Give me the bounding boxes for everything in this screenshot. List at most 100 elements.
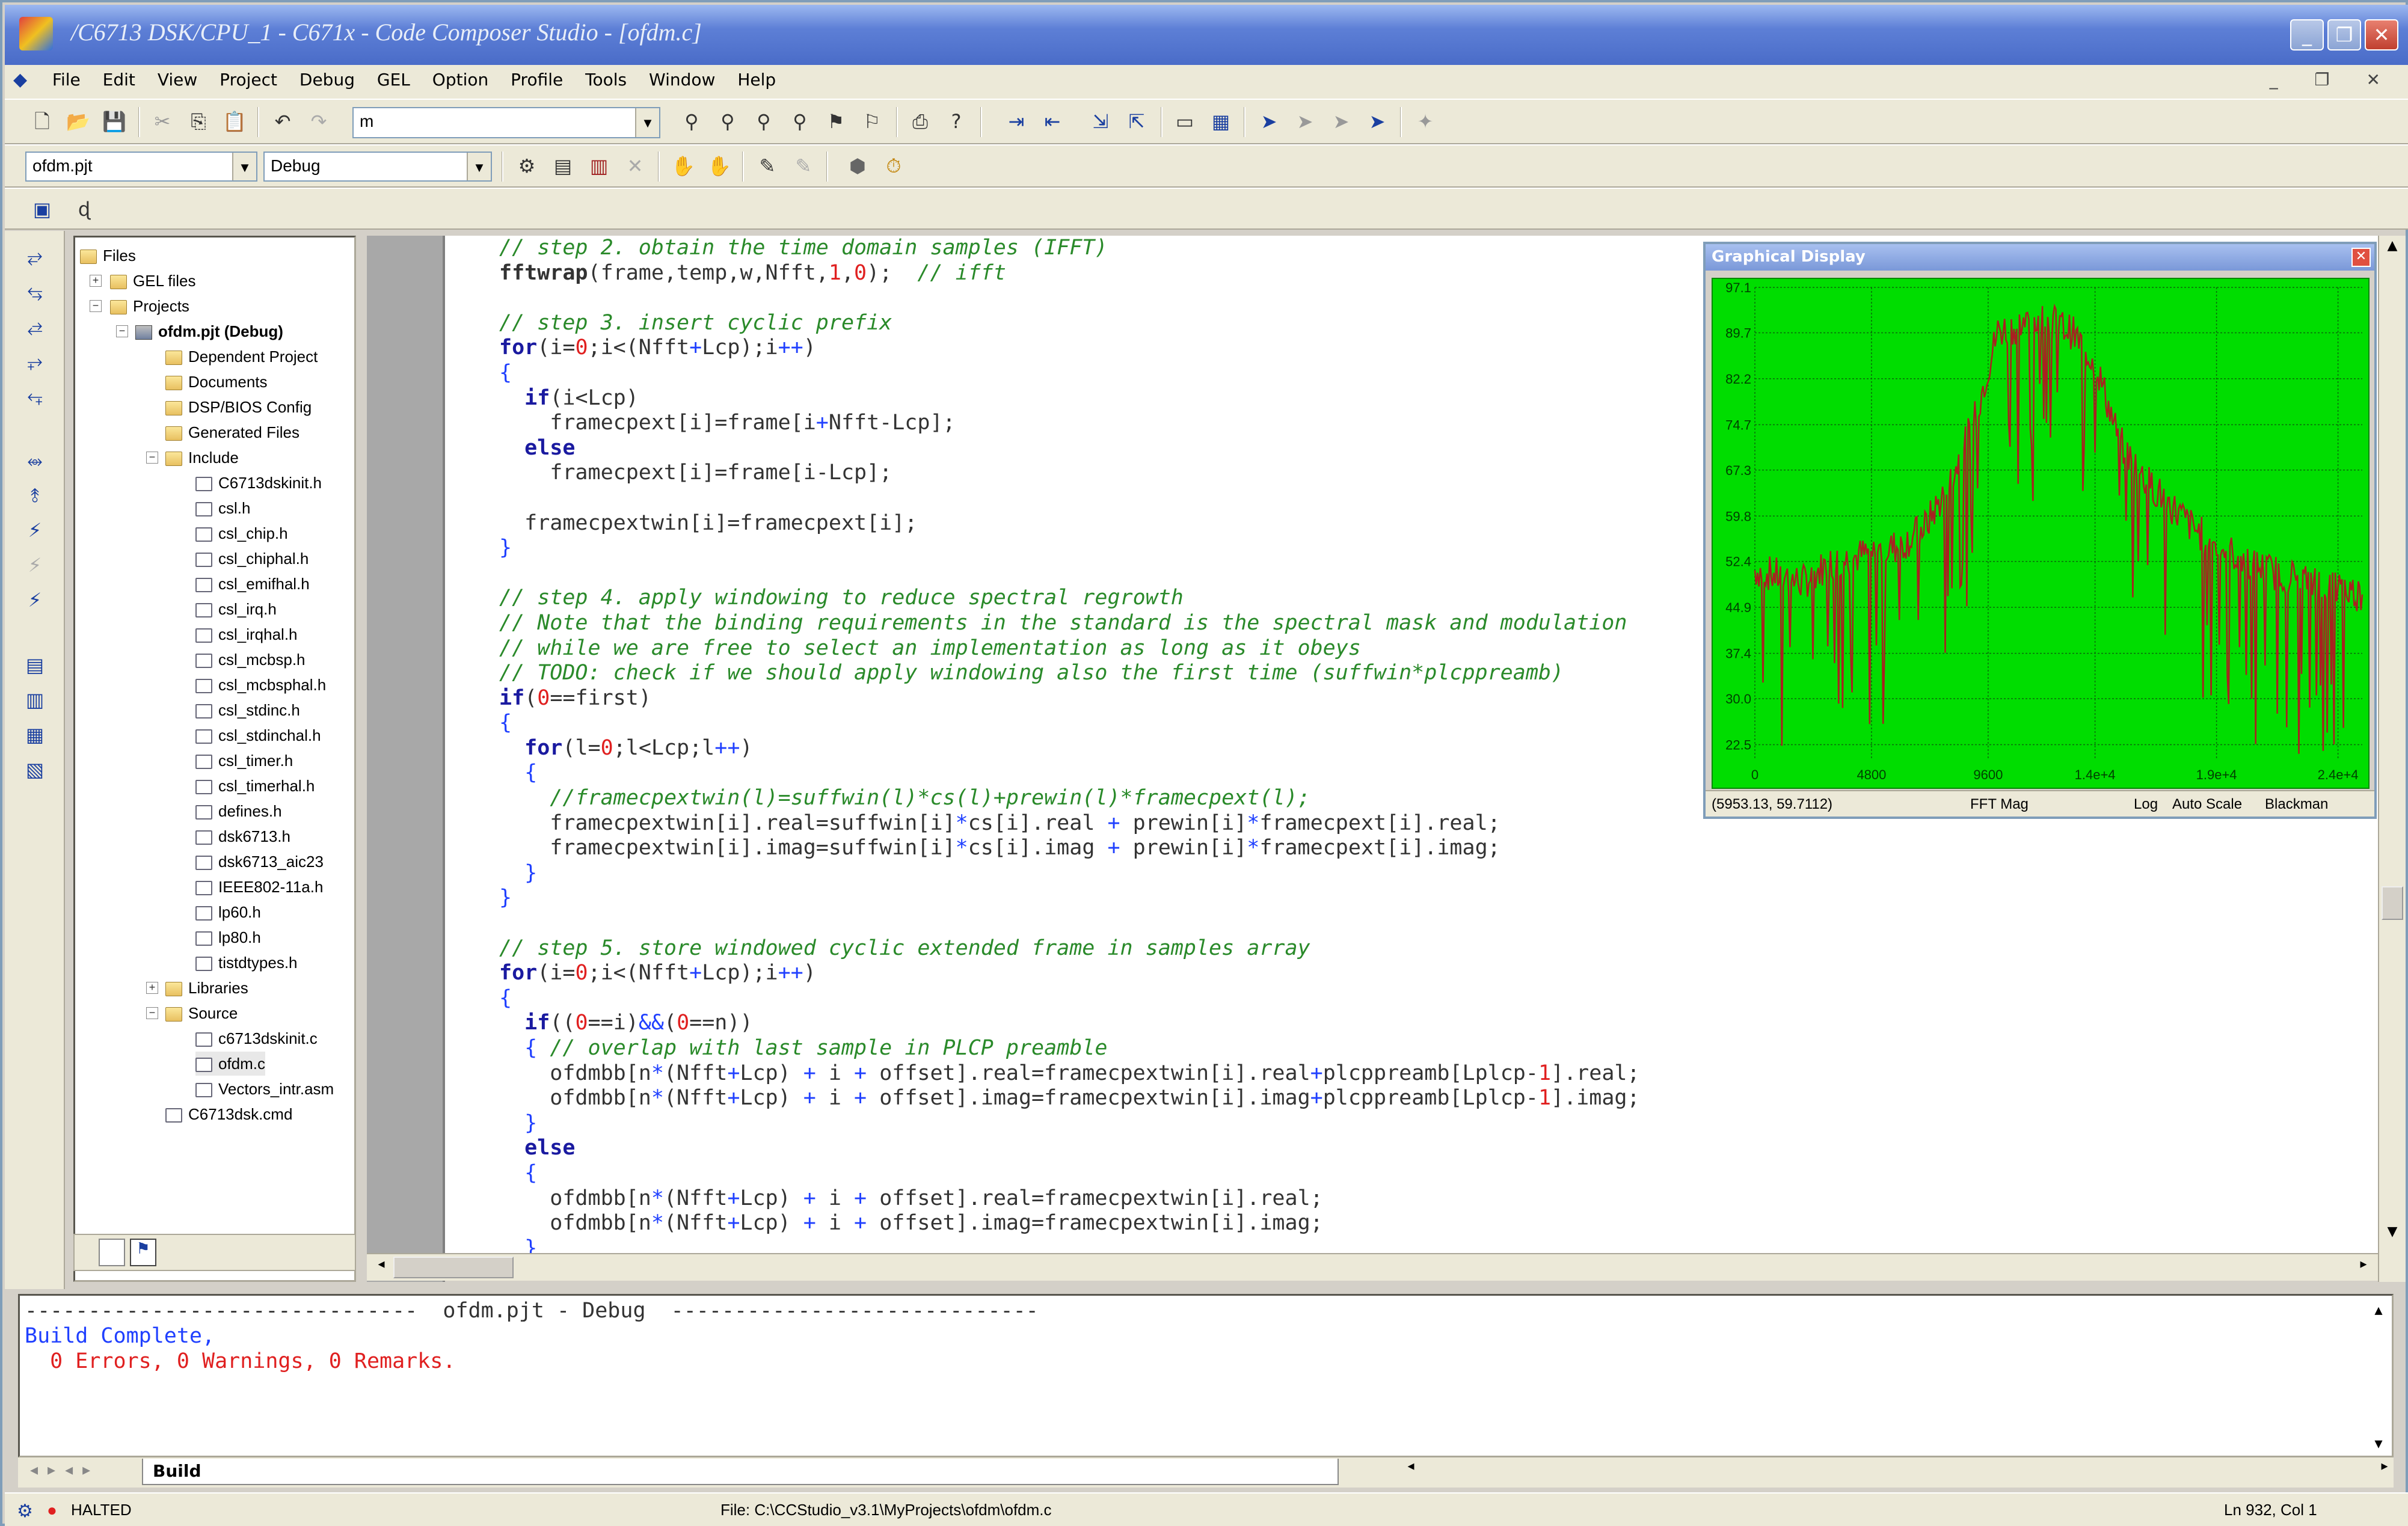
rebuild-all-icon[interactable]: ▥	[586, 153, 612, 179]
print-icon[interactable]: ⎙	[907, 108, 933, 135]
code-line[interactable]	[499, 286, 1640, 311]
code-line[interactable]: framecpextwin[i].imag=suffwin[i]*cs[i].i…	[499, 836, 1640, 861]
code-line[interactable]: // step 2. obtain the time domain sample…	[499, 236, 1640, 261]
tree-file-selected[interactable]: ofdm.c	[195, 1052, 266, 1076]
remove-breakpoints-icon[interactable]: ✋	[706, 153, 733, 179]
tree-file[interactable]: defines.h	[195, 799, 282, 823]
tree-projects[interactable]: Projects	[110, 294, 189, 318]
save-icon[interactable]: 💾	[101, 108, 127, 135]
profile-clock-icon[interactable]: ⏱	[880, 153, 907, 179]
code-line[interactable]	[499, 486, 1640, 511]
new-file-icon[interactable]: 🗋	[29, 108, 55, 135]
animate-icon[interactable]: ➤	[1328, 108, 1354, 135]
code-line[interactable]: }	[499, 1111, 1640, 1136]
step-over-icon[interactable]: ⥃	[20, 278, 49, 304]
profile-point-icon[interactable]: ⬢	[844, 153, 871, 179]
tree-file[interactable]: tistdtypes.h	[195, 951, 298, 975]
hscroll-thumb[interactable]	[393, 1257, 514, 1278]
code-line[interactable]: for(i=0;i<(Nfft+Lcp);i++)	[499, 336, 1640, 361]
probe-icon[interactable]: ✦	[1412, 108, 1439, 135]
code-line[interactable]: // step 5. store windowed cyclic extende…	[499, 936, 1640, 961]
code-line[interactable]: if(0==first)	[499, 686, 1640, 711]
scroll-left-icon[interactable]: ◂	[1399, 1459, 1423, 1484]
scroll-down-icon[interactable]: ▼	[2368, 1432, 2389, 1453]
step-into-icon[interactable]: ⥂	[20, 243, 49, 269]
find-in-files-icon[interactable]: ⚲	[787, 108, 813, 135]
scroll-up-icon[interactable]: ▲	[2368, 1298, 2389, 1320]
menu-file[interactable]: File	[44, 65, 89, 94]
tree-folder-source[interactable]: Source	[165, 1001, 238, 1025]
step-out-icon[interactable]: ⇲	[1087, 108, 1114, 135]
collapse-icon[interactable]: −	[90, 300, 102, 312]
code-line[interactable]: ofdmbb[n*(Nfft+Lcp) + i + offset].imag=f…	[499, 1211, 1640, 1236]
tree-file[interactable]: Vectors_intr.asm	[195, 1077, 334, 1101]
vertical-scrollbar[interactable]: ▲ ▼	[2378, 236, 2406, 1282]
bookmarks-list-icon[interactable]: ⚐	[859, 108, 885, 135]
find-prev-icon[interactable]: ⚲	[751, 108, 777, 135]
stop-build-icon[interactable]: ✕	[622, 153, 648, 179]
dsp-bios-icon[interactable]: ▣	[29, 196, 55, 222]
tree-file[interactable]: csl_emifhal.h	[195, 572, 310, 596]
tree-project[interactable]: ofdm.pjt (Debug)	[135, 319, 283, 343]
horizontal-scrollbar[interactable]: ◂ ▸	[367, 1253, 2378, 1281]
help-icon[interactable]: ?	[943, 108, 969, 135]
minimize-button[interactable]: _	[2290, 19, 2324, 51]
tree-file[interactable]: IEEE802-11a.h	[195, 875, 323, 899]
maximize-button[interactable]: ❐	[2327, 19, 2361, 51]
code-line[interactable]: else	[499, 436, 1640, 461]
tree-root[interactable]: Files	[80, 244, 136, 268]
code-line[interactable]	[499, 561, 1640, 586]
expand-icon[interactable]: +	[90, 275, 102, 287]
menu-option[interactable]: Option	[424, 65, 497, 94]
tree-folder-libraries[interactable]: Libraries	[165, 976, 248, 1000]
code-line[interactable]: framecpextwin[i].real=suffwin[i]*cs[i].r…	[499, 811, 1640, 836]
asm-step-into-icon[interactable]: ⥈	[20, 447, 49, 474]
paste-icon[interactable]: 📋	[221, 108, 248, 135]
tree-file[interactable]: dsk6713.h	[195, 824, 290, 848]
menu-edit[interactable]: Edit	[94, 65, 144, 94]
code-line[interactable]: framecpextwin[i]=framecpext[i];	[499, 511, 1640, 536]
scroll-left-icon[interactable]: ◂	[370, 1257, 392, 1278]
chevron-down-icon[interactable]: ▼	[232, 153, 256, 180]
tree-file[interactable]: csl_irq.h	[195, 597, 277, 621]
mdi-controls[interactable]: _ ❐ ✕	[2270, 70, 2396, 90]
code-line[interactable]	[499, 911, 1640, 936]
tree-gel[interactable]: GEL files	[110, 269, 196, 293]
code-line[interactable]: else	[499, 1136, 1640, 1161]
code-line[interactable]: }	[499, 886, 1640, 911]
code-line[interactable]: // step 4. apply windowing to reduce spe…	[499, 586, 1640, 611]
code-line[interactable]: //framecpextwin(l)=suffwin(l)*cs(l)+prew…	[499, 786, 1640, 811]
menu-tools[interactable]: Tools	[577, 65, 635, 94]
code-line[interactable]: ofdmbb[n*(Nfft+Lcp) + i + offset].imag=f…	[499, 1086, 1639, 1111]
graph-title[interactable]: Graphical Display	[1706, 244, 2374, 271]
set-pc-icon[interactable]: ⥆	[20, 382, 49, 409]
scroll-thumb[interactable]	[2382, 886, 2403, 920]
reset-icon[interactable]: ➤	[1364, 108, 1390, 135]
code-line[interactable]: framecpext[i]=frame[i+Nfft-Lcp];	[499, 411, 1640, 436]
tree-file[interactable]: csl_mcbsphal.h	[195, 673, 326, 697]
code-line[interactable]: framecpext[i]=frame[i-Lcp];	[499, 461, 1640, 486]
code-line[interactable]: {	[499, 1161, 1640, 1186]
graph-window[interactable]: Graphical Display ✕ 97.1 89.7 82.2 74.7 67.3…	[1703, 242, 2377, 819]
collapse-icon[interactable]: −	[146, 1007, 158, 1019]
collapse-icon[interactable]: −	[146, 452, 158, 464]
tree-file[interactable]: csl_stdinchal.h	[195, 723, 321, 747]
code-line[interactable]: // TODO: check if we should apply window…	[499, 661, 1640, 686]
output-window[interactable]: ------------------------------- ofdm.pjt…	[18, 1294, 2394, 1457]
tree-folder[interactable]: DSP/BIOS Config	[165, 395, 312, 419]
code-line[interactable]: ofdmbb[n*(Nfft+Lcp) + i + offset].real=f…	[499, 1186, 1640, 1212]
tree-folder[interactable]: Dependent Project	[165, 345, 318, 369]
animate-icon[interactable]: ⚡	[20, 587, 49, 613]
scroll-down-icon[interactable]: ▼	[2382, 1224, 2403, 1246]
cut-icon[interactable]: ✂	[149, 108, 176, 135]
tree-file[interactable]: dsk6713_aic23	[195, 850, 324, 874]
tree-file[interactable]: csl_stdinc.h	[195, 698, 300, 722]
run-icon[interactable]: ➤	[1256, 108, 1282, 135]
chevron-down-icon[interactable]: ▼	[467, 153, 491, 180]
scroll-up-icon[interactable]: ▲	[2382, 238, 2403, 260]
config-select[interactable]: Debug ▼	[263, 152, 492, 182]
tree-file[interactable]: c6713dskinit.c	[195, 1026, 318, 1050]
tree-file[interactable]: csl_timerhal.h	[195, 774, 315, 798]
step-into-icon[interactable]: ⇥	[1003, 108, 1030, 135]
tree-file[interactable]: csl_chiphal.h	[195, 547, 309, 571]
